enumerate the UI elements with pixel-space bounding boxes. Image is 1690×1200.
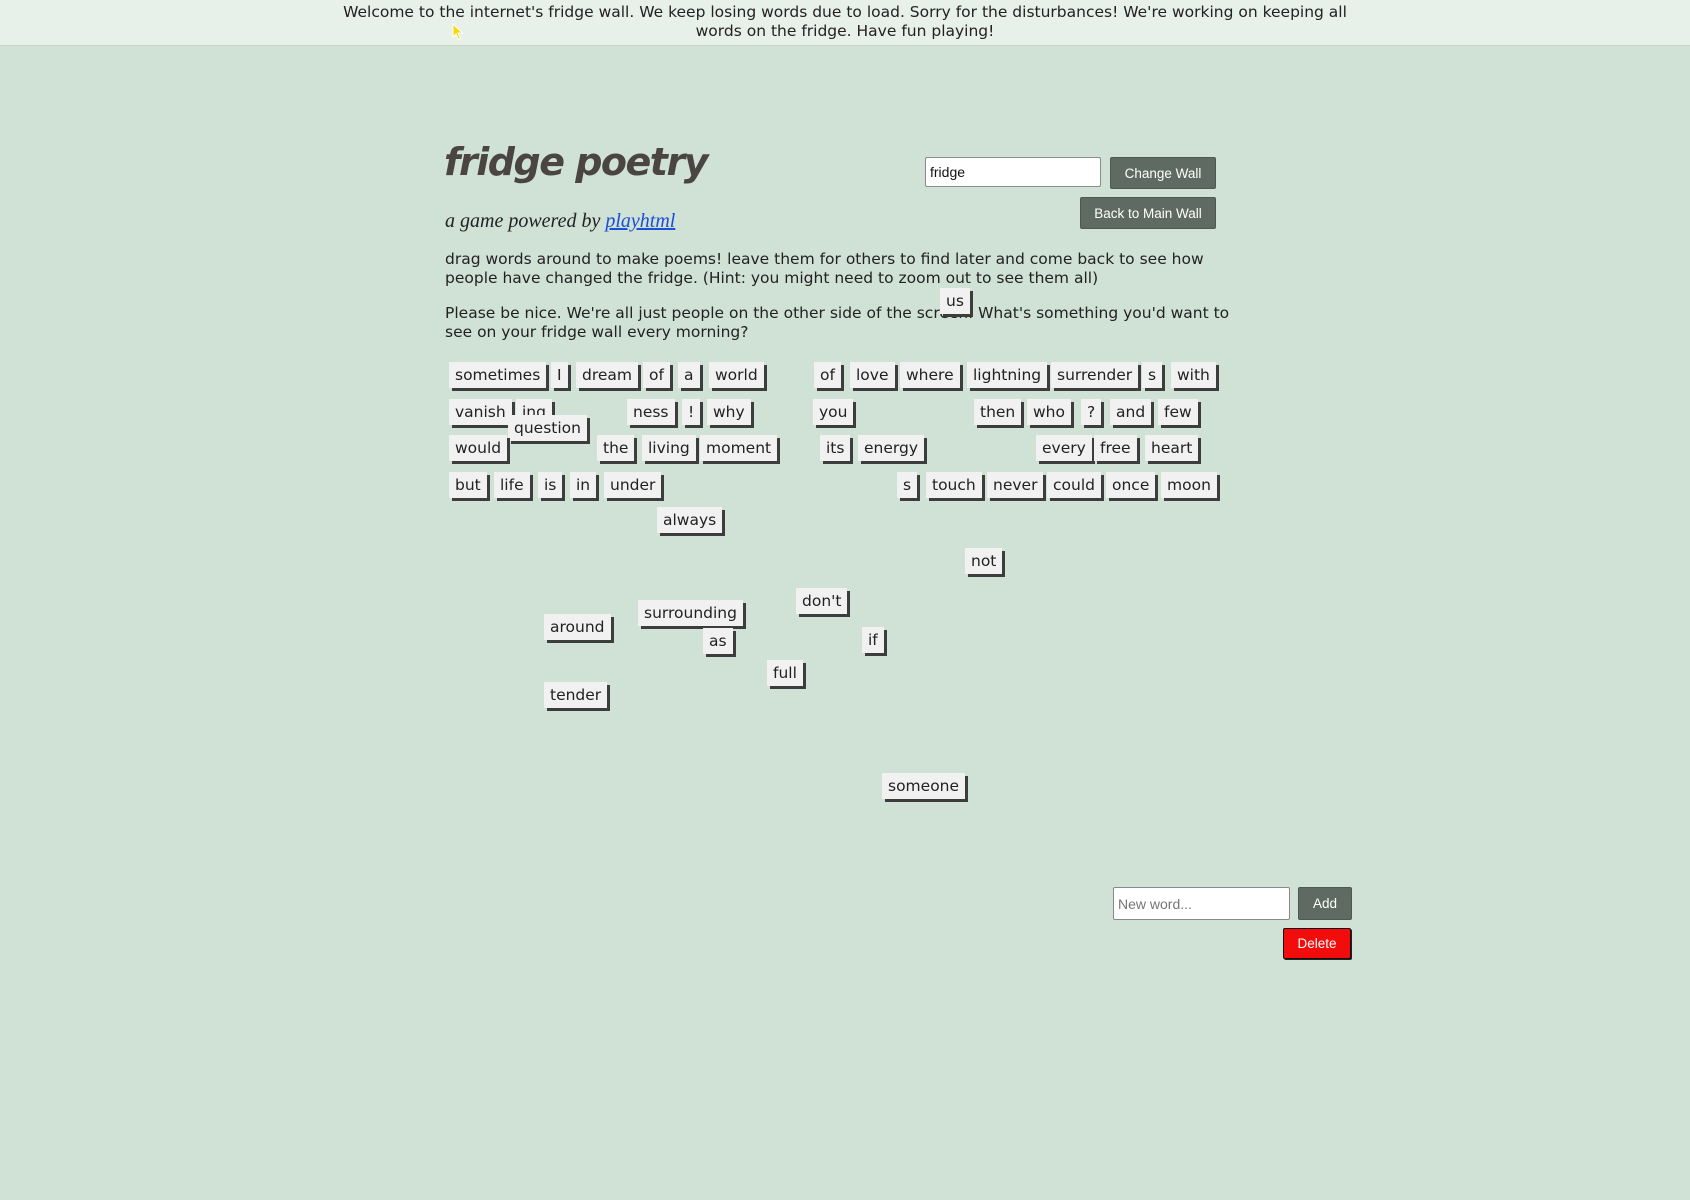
word-magnet[interactable]: always	[657, 507, 723, 533]
word-magnet[interactable]: if	[862, 627, 884, 653]
word-magnet[interactable]: love	[850, 362, 895, 388]
word-magnet[interactable]: living	[642, 435, 696, 461]
page-title: fridge poetry	[444, 140, 708, 184]
word-magnet[interactable]: ?	[1081, 399, 1102, 425]
word-magnet[interactable]: but	[449, 472, 487, 498]
instructions-text: drag words around to make poems! leave t…	[445, 250, 1204, 287]
word-magnet[interactable]: of	[814, 362, 841, 388]
word-magnet[interactable]: someone	[882, 773, 966, 799]
word-magnet[interactable]: question	[508, 415, 587, 441]
word-magnet[interactable]: as	[703, 628, 733, 654]
add-word-button[interactable]: Add	[1298, 887, 1352, 920]
word-magnet[interactable]: surrounding	[638, 600, 743, 626]
word-magnet[interactable]: us	[940, 288, 970, 314]
word-magnet[interactable]: with	[1171, 362, 1216, 388]
announcement-banner: Welcome to the internet's fridge wall. W…	[0, 0, 1690, 46]
word-magnet[interactable]: once	[1106, 472, 1156, 498]
change-wall-button[interactable]: Change Wall	[1110, 157, 1216, 189]
word-magnet[interactable]: I	[551, 362, 568, 388]
wall-name-input[interactable]	[925, 157, 1101, 187]
word-magnet[interactable]: in	[570, 472, 597, 498]
subtitle: a game powered by playhtml	[445, 210, 675, 233]
word-magnet[interactable]: few	[1158, 399, 1198, 425]
word-magnet[interactable]: tender	[544, 682, 608, 708]
word-magnet[interactable]: around	[544, 614, 611, 640]
word-magnet[interactable]: energy	[858, 435, 925, 461]
word-magnet[interactable]: every	[1036, 435, 1092, 461]
banner-text: Welcome to the internet's fridge wall. W…	[343, 3, 1347, 40]
word-magnet[interactable]: moment	[700, 435, 778, 461]
word-magnet[interactable]: a	[678, 362, 700, 388]
back-to-main-wall-button[interactable]: Back to Main Wall	[1080, 197, 1216, 229]
word-magnet[interactable]: dream	[576, 362, 639, 388]
word-magnet[interactable]: surrender	[1051, 362, 1139, 388]
word-magnet[interactable]: is	[538, 472, 563, 498]
word-magnet[interactable]: then	[974, 399, 1022, 425]
word-magnet[interactable]: the	[597, 435, 635, 461]
word-magnet[interactable]: full	[767, 660, 803, 686]
new-word-input[interactable]	[1113, 887, 1290, 920]
word-magnet[interactable]: life	[494, 472, 530, 498]
word-magnet[interactable]: and	[1110, 399, 1152, 425]
word-magnet[interactable]: s	[897, 472, 918, 498]
delete-button[interactable]: Delete	[1283, 928, 1351, 959]
word-magnet[interactable]: who	[1027, 399, 1071, 425]
word-magnet[interactable]: you	[813, 399, 854, 425]
word-magnet[interactable]: never	[987, 472, 1044, 498]
subtitle-prefix: a game powered by	[445, 210, 606, 232]
word-magnet[interactable]: why	[707, 399, 751, 425]
word-magnet[interactable]: don't	[796, 588, 848, 614]
word-magnet[interactable]: under	[604, 472, 662, 498]
word-magnet[interactable]: !	[682, 399, 701, 425]
word-magnet[interactable]: ness	[627, 399, 675, 425]
playhtml-link[interactable]: playhtml	[605, 210, 675, 232]
word-magnet[interactable]: lightning	[967, 362, 1048, 388]
word-magnet[interactable]: moon	[1161, 472, 1217, 498]
word-magnet[interactable]: world	[709, 362, 764, 388]
word-magnet[interactable]: would	[449, 435, 508, 461]
word-magnet[interactable]: touch	[926, 472, 982, 498]
word-magnet[interactable]: heart	[1145, 435, 1199, 461]
word-magnet[interactable]: of	[643, 362, 670, 388]
word-magnet[interactable]: free	[1094, 435, 1137, 461]
word-magnet[interactable]: s	[1142, 362, 1163, 388]
word-magnet[interactable]: where	[900, 362, 960, 388]
word-magnet[interactable]: vanish	[449, 399, 512, 425]
word-magnet[interactable]: not	[965, 548, 1003, 574]
mouse-cursor-icon	[452, 23, 464, 41]
word-magnet[interactable]: could	[1047, 472, 1101, 498]
be-nice-text: Please be nice. We're all just people on…	[445, 304, 1230, 341]
word-magnet[interactable]: its	[820, 435, 851, 461]
word-magnet[interactable]: sometimes	[449, 362, 547, 388]
